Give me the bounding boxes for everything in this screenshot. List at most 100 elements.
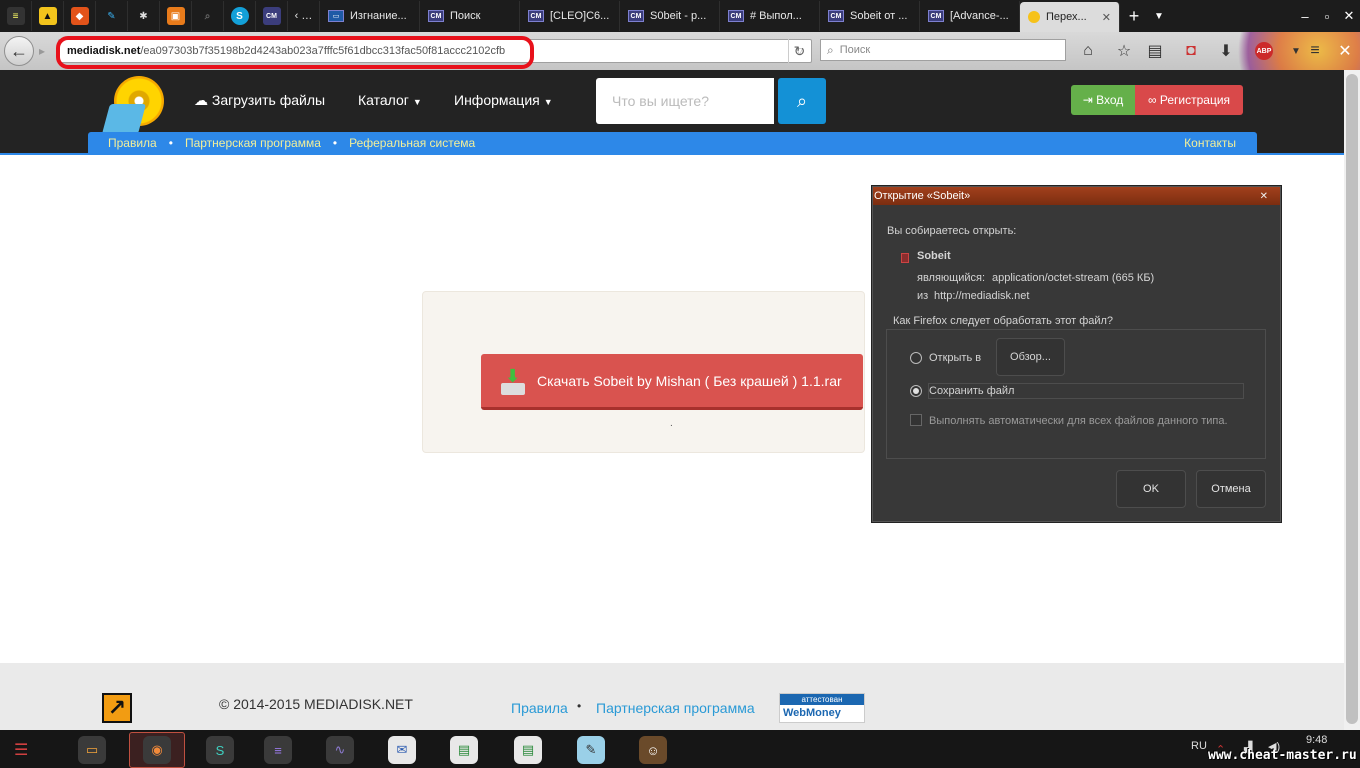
tab-3[interactable]: CM S0beit - p... [620,1,720,31]
bookmark-star-icon[interactable]: ☆ [1112,39,1136,63]
browser-tab-strip: ≡ ▲ ◆ ✎ ✱ ▣ ⌕ S CM ‹ … ▭ Изгнание... CM По… [0,0,1360,32]
taskbar-steam[interactable]: ∿ [312,732,368,768]
save-file-label[interactable]: Сохранить файл [929,385,1014,397]
pinned-tab[interactable]: ◆ [64,1,96,31]
watermark-text: www.cheat-master.ru [1208,748,1357,763]
tab-2[interactable]: CM [CLEO]C6... [520,1,620,31]
pinned-tab[interactable]: ⌕ [192,1,224,31]
window-icon: ▤ [450,736,478,764]
home-icon[interactable]: ⌂ [1076,39,1100,63]
browse-button[interactable]: Обзор... [996,338,1065,376]
pinned-tab[interactable]: ✱ [128,1,160,31]
close-window-icon[interactable]: ✕ [1338,5,1360,27]
reload-button[interactable]: ↻ [788,39,810,63]
webmoney-badge[interactable]: аттестован WebMoney [779,693,865,723]
header-divider [0,153,1344,155]
close-icon[interactable]: ✕ [1333,39,1357,63]
register-button[interactable]: ∞ Регистрация [1135,85,1243,115]
cancel-button[interactable]: Отмена [1196,470,1266,508]
site-logo[interactable] [101,76,164,134]
taskbar-app-stack[interactable]: ≡ [250,732,306,768]
tab-0[interactable]: ▭ Изгнание... [320,1,420,31]
tab-6[interactable]: CM [Advance-... [920,1,1020,31]
webmoney-bottom: WebMoney [783,707,841,719]
tab-favicon: ▭ [328,10,344,22]
auto-checkbox[interactable] [910,414,922,426]
browser-search-input[interactable]: ⌕ Поиск [820,39,1066,61]
pinned-tab[interactable]: ≡ [0,1,32,31]
tab-favicon: CM [528,10,544,22]
pinned-tab[interactable]: S [224,1,256,31]
upload-files-link[interactable]: ☁ Загрузить файлы [194,92,325,109]
save-file-radio[interactable] [910,385,922,397]
subnav-referral[interactable]: Реферальная система [349,136,475,150]
page-scrollbar[interactable] [1344,70,1360,730]
taskbar-app-window[interactable]: ▤ [500,732,556,768]
info-menu[interactable]: Информация ▼ [454,92,553,108]
taskbar-explorer[interactable]: ▭ [64,732,120,768]
pinned-tab[interactable]: ✎ [96,1,128,31]
caret-down-icon: ▼ [543,97,553,107]
taskbar-app-window[interactable]: ▤ [436,732,492,768]
cm-icon: CM [262,7,281,25]
download-file-button[interactable]: ⬇ Скачать Sobeit by Mishan ( Без крашей … [481,354,863,410]
close-icon[interactable]: ✕ [1260,191,1268,202]
maximize-icon[interactable]: ▫ [1316,5,1338,27]
pocket-icon[interactable]: ◘ [1179,39,1203,63]
download-drive-icon: ⬇ [501,367,525,395]
ok-button[interactable]: OK [1116,470,1186,508]
tab-collapsed[interactable]: ‹ … [288,1,320,31]
adblock-plus-icon[interactable]: ABP [1252,39,1276,63]
hamburger-menu-icon[interactable]: ≡ [1303,39,1327,63]
search-icon: ⌕ [796,90,808,111]
minimize-icon[interactable]: – [1294,5,1316,27]
taskbar-app-mail[interactable]: ✉ [374,732,430,768]
reading-list-icon[interactable]: ▤ [1143,39,1167,63]
search-icon: ⌕ [827,42,834,57]
forward-button[interactable]: ▸ [32,40,52,62]
tab-label: # Выпол... [750,10,802,22]
start-menu-icon[interactable]: ☰ [14,740,28,760]
back-button[interactable]: ← [4,36,34,66]
clock-time[interactable]: 9:48 [1306,734,1327,746]
tab-favicon: CM [828,10,844,22]
pinned-tab[interactable]: CM [256,1,288,31]
tab-4[interactable]: CM # Выпол... [720,1,820,31]
taskbar-app-game[interactable]: ☺ [625,732,681,768]
scrollbar-thumb[interactable] [1346,74,1358,724]
subnav-partner[interactable]: Партнерская программа [185,136,321,150]
chevron-down-icon[interactable]: ▼ [1148,11,1170,22]
footer-partner-link[interactable]: Партнерская программа [596,700,755,716]
notepad-icon: ✎ [577,736,605,764]
tab-favicon: CM [428,10,444,22]
game-icon: ☺ [639,736,667,764]
open-with-radio[interactable] [910,352,922,364]
pinned-tab[interactable]: ▲ [32,1,64,31]
taskbar-firefox[interactable]: ◉ [129,732,185,768]
language-indicator[interactable]: RU [1191,740,1207,752]
arrow-logo-icon[interactable]: ↗ [102,693,132,723]
tab-active[interactable]: Перех... ✕ [1020,2,1120,32]
catalog-menu[interactable]: Каталог ▼ [358,92,422,108]
skype-icon: S [230,7,249,25]
link-icon: ∞ [1147,93,1157,107]
login-button[interactable]: ⇥ Вход [1071,85,1135,115]
taskbar-app-s[interactable]: S [192,732,248,768]
menu-icon: ≡ [6,7,25,25]
taskbar-app-notes[interactable]: ✎ [563,732,619,768]
folder-icon [101,104,147,134]
subnav-contacts[interactable]: Контакты [1184,136,1236,150]
close-tab-icon[interactable]: ✕ [1098,11,1111,24]
tab-5[interactable]: CM Sobeit от ... [820,1,920,31]
download-icon[interactable]: ⬇ [1214,39,1238,63]
new-tab-button[interactable]: + [1120,6,1148,27]
open-with-label[interactable]: Открыть в [929,352,981,364]
subnav-rules[interactable]: Правила [108,136,157,150]
footer-rules-link[interactable]: Правила [511,700,568,716]
site-search-button[interactable]: ⌕ [778,78,826,124]
pinned-tab[interactable]: ▣ [160,1,192,31]
action-question: Как Firefox следует обработать этот файл… [891,315,1116,327]
auto-label[interactable]: Выполнять автоматически для всех файлов … [929,415,1228,427]
tab-1[interactable]: CM Поиск [420,1,520,31]
site-search-input[interactable]: Что вы ищете? [596,78,774,124]
